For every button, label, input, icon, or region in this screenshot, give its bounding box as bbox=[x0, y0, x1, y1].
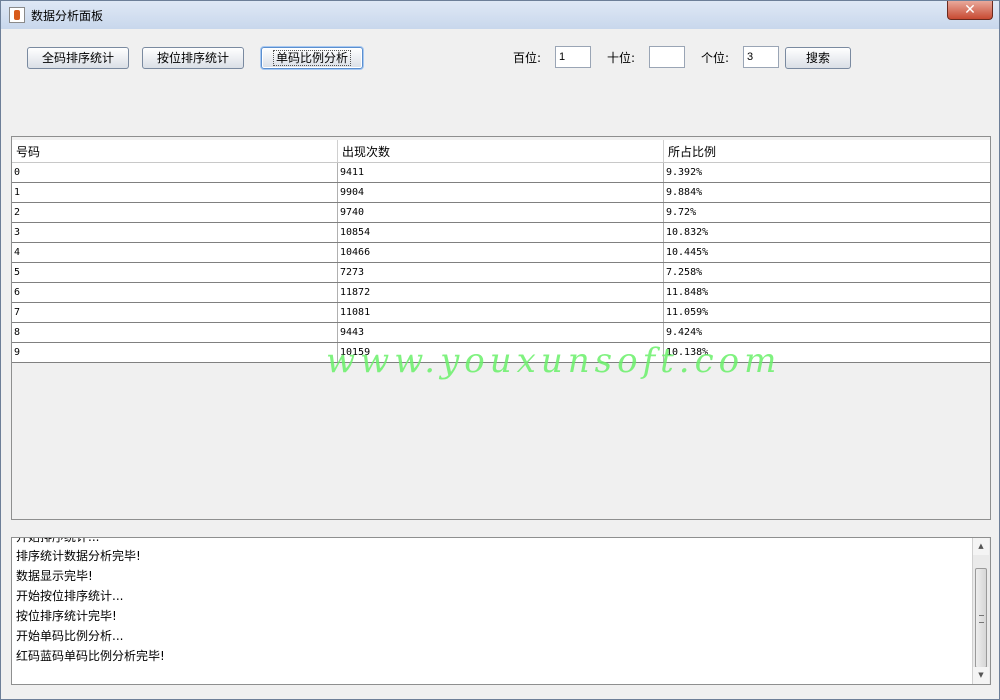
position-sort-button-label: 按位排序统计 bbox=[156, 51, 229, 65]
ones-label: 个位: bbox=[701, 51, 730, 65]
cell-ratio: 9.72% bbox=[666, 207, 697, 218]
table-row[interactable]: 3 10854 10.832% bbox=[12, 223, 990, 243]
tens-label: 十位: bbox=[607, 51, 636, 65]
table-row[interactable]: 8 9443 9.424% bbox=[12, 323, 990, 343]
cell-number: 7 bbox=[12, 303, 338, 322]
search-button-label: 搜索 bbox=[805, 51, 830, 65]
log-line: 按位排序统计完毕! bbox=[16, 609, 117, 623]
cell-count: 9443 bbox=[338, 323, 664, 342]
cell-count: 10466 bbox=[338, 243, 664, 262]
cell-ratio: 10.445% bbox=[666, 247, 709, 258]
log-line: 红码蓝码单码比例分析完毕! bbox=[16, 649, 165, 663]
cell-count: 11872 bbox=[338, 283, 664, 302]
cell-ratio: 9.884% bbox=[666, 187, 703, 198]
cell-number: 6 bbox=[12, 283, 338, 302]
cell-number: 9 bbox=[12, 343, 338, 362]
log-line: 开始排序统计... bbox=[16, 537, 100, 544]
app-window: 数据分析面板 ✕ 全码排序统计 按位排序统计 单码比例分析 百位: 十位: 个位… bbox=[0, 0, 1000, 700]
log-line: 开始按位排序统计... bbox=[16, 589, 124, 603]
cell-number: 3 bbox=[12, 223, 338, 242]
table-row[interactable]: 7 11081 11.059% bbox=[12, 303, 990, 323]
table-row[interactable]: 6 11872 11.848% bbox=[12, 283, 990, 303]
log-scrollbar[interactable]: ▲ ▼ bbox=[972, 538, 990, 684]
cell-ratio: 11.848% bbox=[666, 287, 709, 298]
cell-ratio: 10.832% bbox=[666, 227, 709, 238]
results-table[interactable]: 号码 出现次数 所占比例 0 9411 9.392% 1 9904 9.884%… bbox=[11, 136, 991, 520]
table-row[interactable]: 1 9904 9.884% bbox=[12, 183, 990, 203]
single-ratio-button-label: 单码比例分析 bbox=[272, 50, 351, 66]
title-bar[interactable]: 数据分析面板 ✕ bbox=[1, 1, 999, 29]
cell-ratio: 9.392% bbox=[666, 167, 703, 178]
cell-number: 0 bbox=[12, 163, 338, 182]
tens-input[interactable] bbox=[649, 46, 685, 68]
hundreds-input[interactable] bbox=[555, 46, 591, 68]
log-textarea[interactable]: 开始排序统计... 排序统计数据分析完毕! 数据显示完毕! 开始按位排序统计..… bbox=[11, 537, 991, 685]
cell-number: 4 bbox=[12, 243, 338, 262]
up-arrow-icon[interactable]: ▲ bbox=[973, 538, 989, 555]
cell-count: 10854 bbox=[338, 223, 664, 242]
cell-number: 2 bbox=[12, 203, 338, 222]
cell-count: 11081 bbox=[338, 303, 664, 322]
table-row[interactable]: 0 9411 9.392% bbox=[12, 163, 990, 183]
cell-count: 9740 bbox=[338, 203, 664, 222]
cell-count: 9904 bbox=[338, 183, 664, 202]
cell-number: 5 bbox=[12, 263, 338, 282]
grip-icon bbox=[979, 615, 984, 623]
cell-ratio: 7.258% bbox=[666, 267, 703, 278]
cell-ratio: 11.059% bbox=[666, 307, 709, 318]
cell-count: 9411 bbox=[338, 163, 664, 182]
full-sort-button-label: 全码排序统计 bbox=[41, 51, 114, 65]
window-title: 数据分析面板 bbox=[31, 9, 104, 23]
cell-number: 1 bbox=[12, 183, 338, 202]
single-ratio-button[interactable]: 单码比例分析 bbox=[261, 47, 363, 69]
hundreds-label: 百位: bbox=[513, 51, 542, 65]
cell-ratio: 9.424% bbox=[666, 327, 703, 338]
column-header-count[interactable]: 出现次数 bbox=[338, 140, 664, 162]
table-row[interactable]: 5 7273 7.258% bbox=[12, 263, 990, 283]
table-header: 号码 出现次数 所占比例 bbox=[12, 140, 990, 163]
scrollbar-thumb[interactable] bbox=[975, 568, 987, 668]
down-arrow-icon[interactable]: ▼ bbox=[973, 667, 989, 684]
table-row[interactable]: 2 9740 9.72% bbox=[12, 203, 990, 223]
close-button[interactable]: ✕ bbox=[947, 1, 993, 20]
java-app-icon bbox=[9, 7, 25, 23]
column-header-number[interactable]: 号码 bbox=[12, 140, 338, 162]
ones-input[interactable] bbox=[743, 46, 779, 68]
log-line: 排序统计数据分析完毕! bbox=[16, 549, 141, 563]
table-row[interactable]: 4 10466 10.445% bbox=[12, 243, 990, 263]
full-sort-button[interactable]: 全码排序统计 bbox=[27, 47, 129, 69]
table-body: 0 9411 9.392% 1 9904 9.884% 2 9740 9.72%… bbox=[12, 163, 990, 363]
cell-number: 8 bbox=[12, 323, 338, 342]
cell-count: 7273 bbox=[338, 263, 664, 282]
search-button[interactable]: 搜索 bbox=[785, 47, 851, 69]
log-line: 开始单码比例分析... bbox=[16, 629, 124, 643]
log-line: 数据显示完毕! bbox=[16, 569, 93, 583]
watermark-text: www.youxunsoft.com bbox=[326, 341, 782, 381]
column-header-ratio[interactable]: 所占比例 bbox=[664, 140, 990, 162]
position-sort-button[interactable]: 按位排序统计 bbox=[142, 47, 244, 69]
